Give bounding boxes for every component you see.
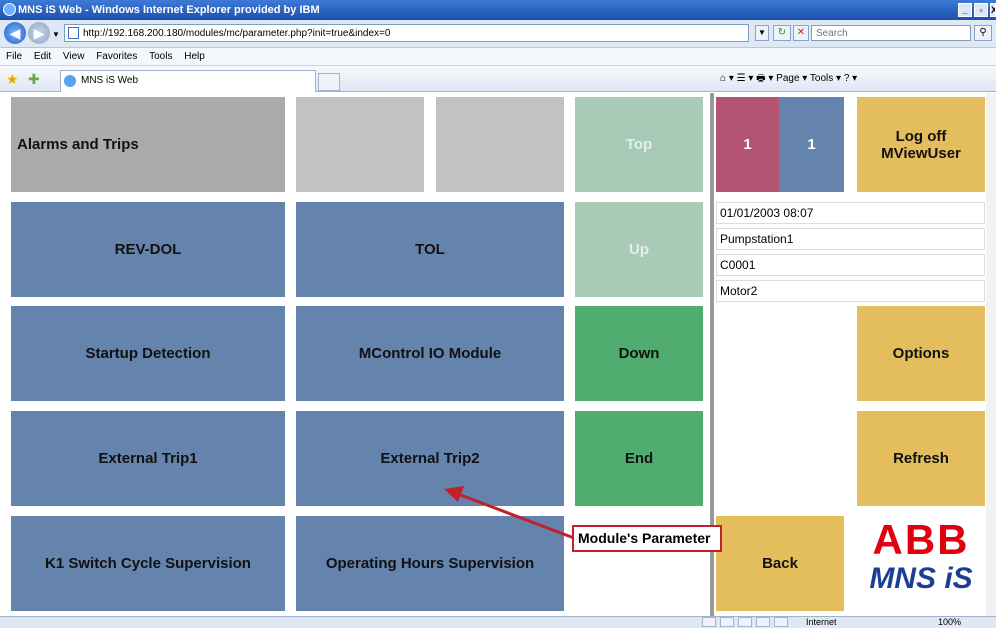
favorites-star-icon[interactable]: ★ <box>6 71 19 88</box>
annotation-arrow <box>444 486 575 540</box>
status-cell <box>774 617 788 627</box>
abb-mns-logo: ABB MNS iS <box>857 516 985 611</box>
status-cell <box>756 617 770 627</box>
down-button[interactable]: Down <box>575 306 703 401</box>
status-bar <box>0 616 996 628</box>
alarm-counter[interactable]: 1 <box>716 97 779 192</box>
internet-zone-label: Internet <box>806 617 837 627</box>
page-icon <box>68 27 79 39</box>
menu-tools[interactable]: Tools <box>149 48 172 66</box>
annotation-callout: Module's Parameter <box>572 525 722 552</box>
window-title-bar: MNS iS Web - Windows Internet Explorer p… <box>0 0 996 20</box>
menu-bar: File Edit View Favorites Tools Help <box>0 48 996 66</box>
browser-tab[interactable]: MNS iS Web <box>60 70 316 92</box>
options-button[interactable]: Options <box>857 306 985 401</box>
rev-dol-button[interactable]: REV-DOL <box>11 202 285 297</box>
station-field: Pumpstation1 <box>716 228 985 250</box>
ie-icon <box>3 3 16 16</box>
tab-label: MNS iS Web <box>81 75 139 86</box>
mcontrol-io-module-button[interactable]: MControl IO Module <box>296 306 564 401</box>
menu-favorites[interactable]: Favorites <box>96 48 137 66</box>
new-tab-button[interactable] <box>318 73 340 91</box>
end-button[interactable]: End <box>575 411 703 506</box>
status-cell <box>738 617 752 627</box>
restore-button[interactable]: ▫ <box>974 3 988 17</box>
window-title: MNS iS Web - Windows Internet Explorer p… <box>18 4 320 16</box>
motor-field: Motor2 <box>716 280 985 302</box>
external-trip1-button[interactable]: External Trip1 <box>11 411 285 506</box>
menu-view[interactable]: View <box>63 48 85 66</box>
log-off-button[interactable]: Log off MViewUser <box>857 97 985 192</box>
back-arrow-icon[interactable]: ◀ <box>4 22 26 44</box>
alarms-and-trips-button[interactable]: Alarms and Trips <box>11 97 285 192</box>
refresh-icon[interactable]: ↻ <box>773 25 791 41</box>
empty-tile <box>436 97 564 192</box>
command-bar[interactable]: ⌂ ▾ ☰ ▾ 🖶 ▾ Page ▾ Tools ▾ ? ▾ <box>720 68 996 90</box>
close-button[interactable]: X <box>990 3 996 17</box>
search-input[interactable] <box>811 25 971 41</box>
empty-tile <box>296 97 424 192</box>
back-button[interactable]: Back <box>716 516 844 611</box>
search-icon[interactable]: ⚲ <box>974 25 992 41</box>
add-favorite-icon[interactable]: ✚ <box>28 71 40 88</box>
history-dropdown-icon[interactable]: ▼ <box>52 30 60 39</box>
zoom-level[interactable]: 100% <box>938 617 961 627</box>
up-button[interactable]: Up <box>575 202 703 297</box>
menu-edit[interactable]: Edit <box>34 48 51 66</box>
k1-switch-cycle-supervision-button[interactable]: K1 Switch Cycle Supervision <box>11 516 285 611</box>
abb-logo-text: ABB <box>872 516 970 563</box>
mns-is-logo-text: MNS iS <box>869 562 973 595</box>
top-button[interactable]: Top <box>575 97 703 192</box>
tab-ie-icon <box>64 75 76 87</box>
forward-arrow-icon[interactable]: ▶ <box>28 22 50 44</box>
stop-icon[interactable]: ✕ <box>793 25 809 41</box>
trip-counter[interactable]: 1 <box>779 97 844 192</box>
tol-button[interactable]: TOL <box>296 202 564 297</box>
minimize-button[interactable]: _ <box>958 3 972 17</box>
menu-help[interactable]: Help <box>184 48 205 66</box>
code-field: C0001 <box>716 254 985 276</box>
datetime-field: 01/01/2003 08:07 <box>716 202 985 224</box>
refresh-button[interactable]: Refresh <box>857 411 985 506</box>
status-cell <box>702 617 716 627</box>
address-input[interactable] <box>64 24 749 42</box>
menu-file[interactable]: File <box>6 48 22 66</box>
status-cell <box>720 617 734 627</box>
vertical-scrollbar[interactable] <box>986 93 996 616</box>
startup-detection-button[interactable]: Startup Detection <box>11 306 285 401</box>
address-dropdown-icon[interactable]: ▼ <box>755 25 769 41</box>
